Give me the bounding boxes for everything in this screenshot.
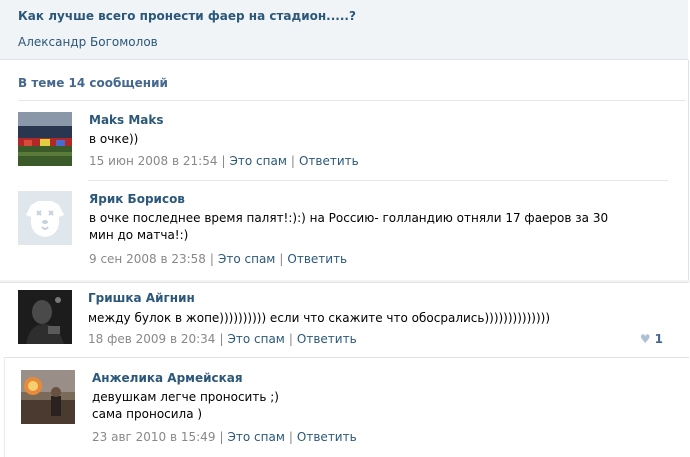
post-meta: 18 фев 2009 в 20:34 | Это спам | Ответить — [88, 332, 357, 346]
post-date: 15 июн 2008 в 21:54 — [89, 154, 218, 168]
spam-link[interactable]: Это спам — [230, 154, 287, 168]
heart-icon: ♥ — [639, 332, 651, 346]
separator: | — [221, 154, 226, 168]
message-count-title: В теме 14 сообщений — [18, 76, 168, 90]
separator: | — [288, 430, 293, 444]
post-text: в очке последнее время палят!:):) на Рос… — [89, 211, 609, 242]
post-author-link[interactable]: Анжелика Армейская — [92, 371, 243, 385]
post-item: Анжелика Армейская девушкам легче пронос… — [21, 370, 661, 450]
post-text-line: девушкам легче проносить ;) — [92, 390, 279, 404]
post-text: в очке)) — [89, 132, 139, 146]
post-text: между булок в жопе)))))))))) если что ск… — [88, 311, 550, 325]
reply-link[interactable]: Ответить — [299, 154, 359, 168]
separator: | — [279, 252, 284, 266]
post-item: Ярик Борисов в очке последнее время паля… — [18, 191, 668, 271]
post-text-line: сама проносила ) — [92, 407, 203, 421]
topic-author-link[interactable]: Александр Богомолов — [18, 35, 158, 49]
avatar[interactable] — [18, 290, 72, 344]
post-author-link[interactable]: Ярик Борисов — [89, 192, 185, 206]
separator: | — [288, 332, 293, 346]
post-text: девушкам легче проносить ;) сама проноси… — [92, 389, 632, 423]
topic-header: Как лучше всего пронести фаер на стадион… — [0, 0, 688, 60]
avatar[interactable] — [21, 370, 75, 424]
separator: | — [209, 252, 214, 266]
reply-link[interactable]: Ответить — [297, 430, 357, 444]
post-meta: 23 авг 2010 в 15:49 | Это спам | Ответить — [92, 430, 357, 444]
post-date: 9 сен 2008 в 23:58 — [89, 252, 206, 266]
deleted-user-dog-icon — [18, 191, 72, 245]
topic-title[interactable]: Как лучше всего пронести фаер на стадион… — [18, 9, 356, 23]
post-item: Maks Maks в очке)) 15 июн 2008 в 21:54 | Э… — [18, 112, 668, 170]
like-button[interactable]: ♥ 1 — [640, 332, 663, 346]
spam-link[interactable]: Это спам — [228, 430, 285, 444]
post-date: 23 авг 2010 в 15:49 — [92, 430, 216, 444]
like-count: 1 — [654, 332, 663, 346]
separator: | — [290, 154, 295, 168]
avatar[interactable] — [18, 112, 72, 166]
post-meta: 15 июн 2008 в 21:54 | Это спам | Ответить — [89, 154, 359, 168]
reply-link[interactable]: Ответить — [297, 332, 357, 346]
dark-portrait-photo-icon — [18, 290, 72, 344]
avatar[interactable] — [18, 191, 72, 245]
spam-link[interactable]: Это спам — [227, 332, 284, 346]
reply-link[interactable]: Ответить — [287, 252, 347, 266]
divider — [18, 100, 686, 101]
divider — [88, 180, 668, 181]
post-date: 18 фев 2009 в 20:34 — [88, 332, 216, 346]
post-meta: 9 сен 2008 в 23:58 | Это спам | Ответить — [89, 252, 347, 266]
spam-link[interactable]: Это спам — [218, 252, 275, 266]
post-author-link[interactable]: Maks Maks — [89, 113, 164, 127]
stadium-photo-icon — [18, 112, 72, 166]
post-item: Гришка Айгнин между булок в жопе))))))))… — [18, 290, 683, 348]
separator: | — [219, 332, 224, 346]
post-author-link[interactable]: Гришка Айгнин — [88, 291, 195, 305]
separator: | — [219, 430, 224, 444]
flare-photo-icon — [21, 370, 75, 424]
